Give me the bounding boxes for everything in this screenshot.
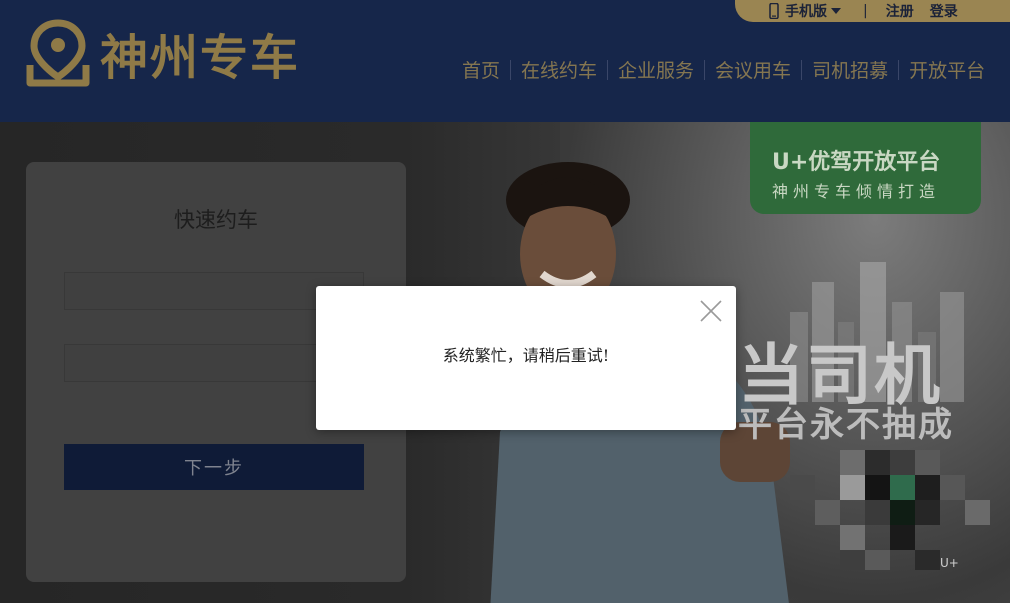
nav-enterprise[interactable]: 企业服务	[608, 56, 704, 83]
mobile-version-link[interactable]: 手机版	[785, 1, 827, 21]
error-dialog: 系统繁忙，请稍后重试!	[316, 286, 736, 430]
nav-driver-recruit[interactable]: 司机招募	[802, 56, 898, 83]
site-header: 神州专车 手机版 | 注册 登录 首页 在线约车 企业服务 会议用车 司机招募 …	[0, 0, 1010, 122]
topbar-separator: |	[863, 3, 868, 19]
nav-home[interactable]: 首页	[452, 56, 510, 83]
hero-subheadline: 平台永不抽成	[738, 405, 954, 445]
badge-title: U+优驾开放平台	[772, 150, 941, 175]
login-link[interactable]: 登录	[930, 1, 958, 21]
nav-open-platform[interactable]: 开放平台	[899, 56, 995, 83]
dialog-message: 系统繁忙，请稍后重试!	[442, 346, 610, 365]
nav-meeting-car[interactable]: 会议用车	[705, 56, 801, 83]
chevron-down-icon[interactable]	[831, 8, 841, 14]
main-nav: 首页 在线约车 企业服务 会议用车 司机招募 开放平台	[452, 56, 995, 83]
brand-logo[interactable]: 神州专车	[26, 18, 300, 88]
hero-small-label: U+	[940, 556, 959, 570]
location-pin-icon	[26, 19, 90, 87]
quick-booking-title: 快速约车	[174, 208, 258, 232]
open-platform-badge[interactable]: U+优驾开放平台 神州专车倾情打造	[750, 122, 981, 214]
next-step-button[interactable]: 下一步	[64, 444, 364, 490]
top-utility-bar: 手机版 | 注册 登录	[735, 0, 1010, 22]
badge-subtitle: 神州专车倾情打造	[772, 182, 941, 201]
nav-online-booking[interactable]: 在线约车	[511, 56, 607, 83]
qr-code-mosaic	[790, 450, 990, 570]
brand-name: 神州专车	[100, 30, 301, 86]
phone-icon	[769, 3, 779, 19]
register-link[interactable]: 注册	[886, 1, 914, 21]
close-icon[interactable]	[698, 298, 724, 324]
